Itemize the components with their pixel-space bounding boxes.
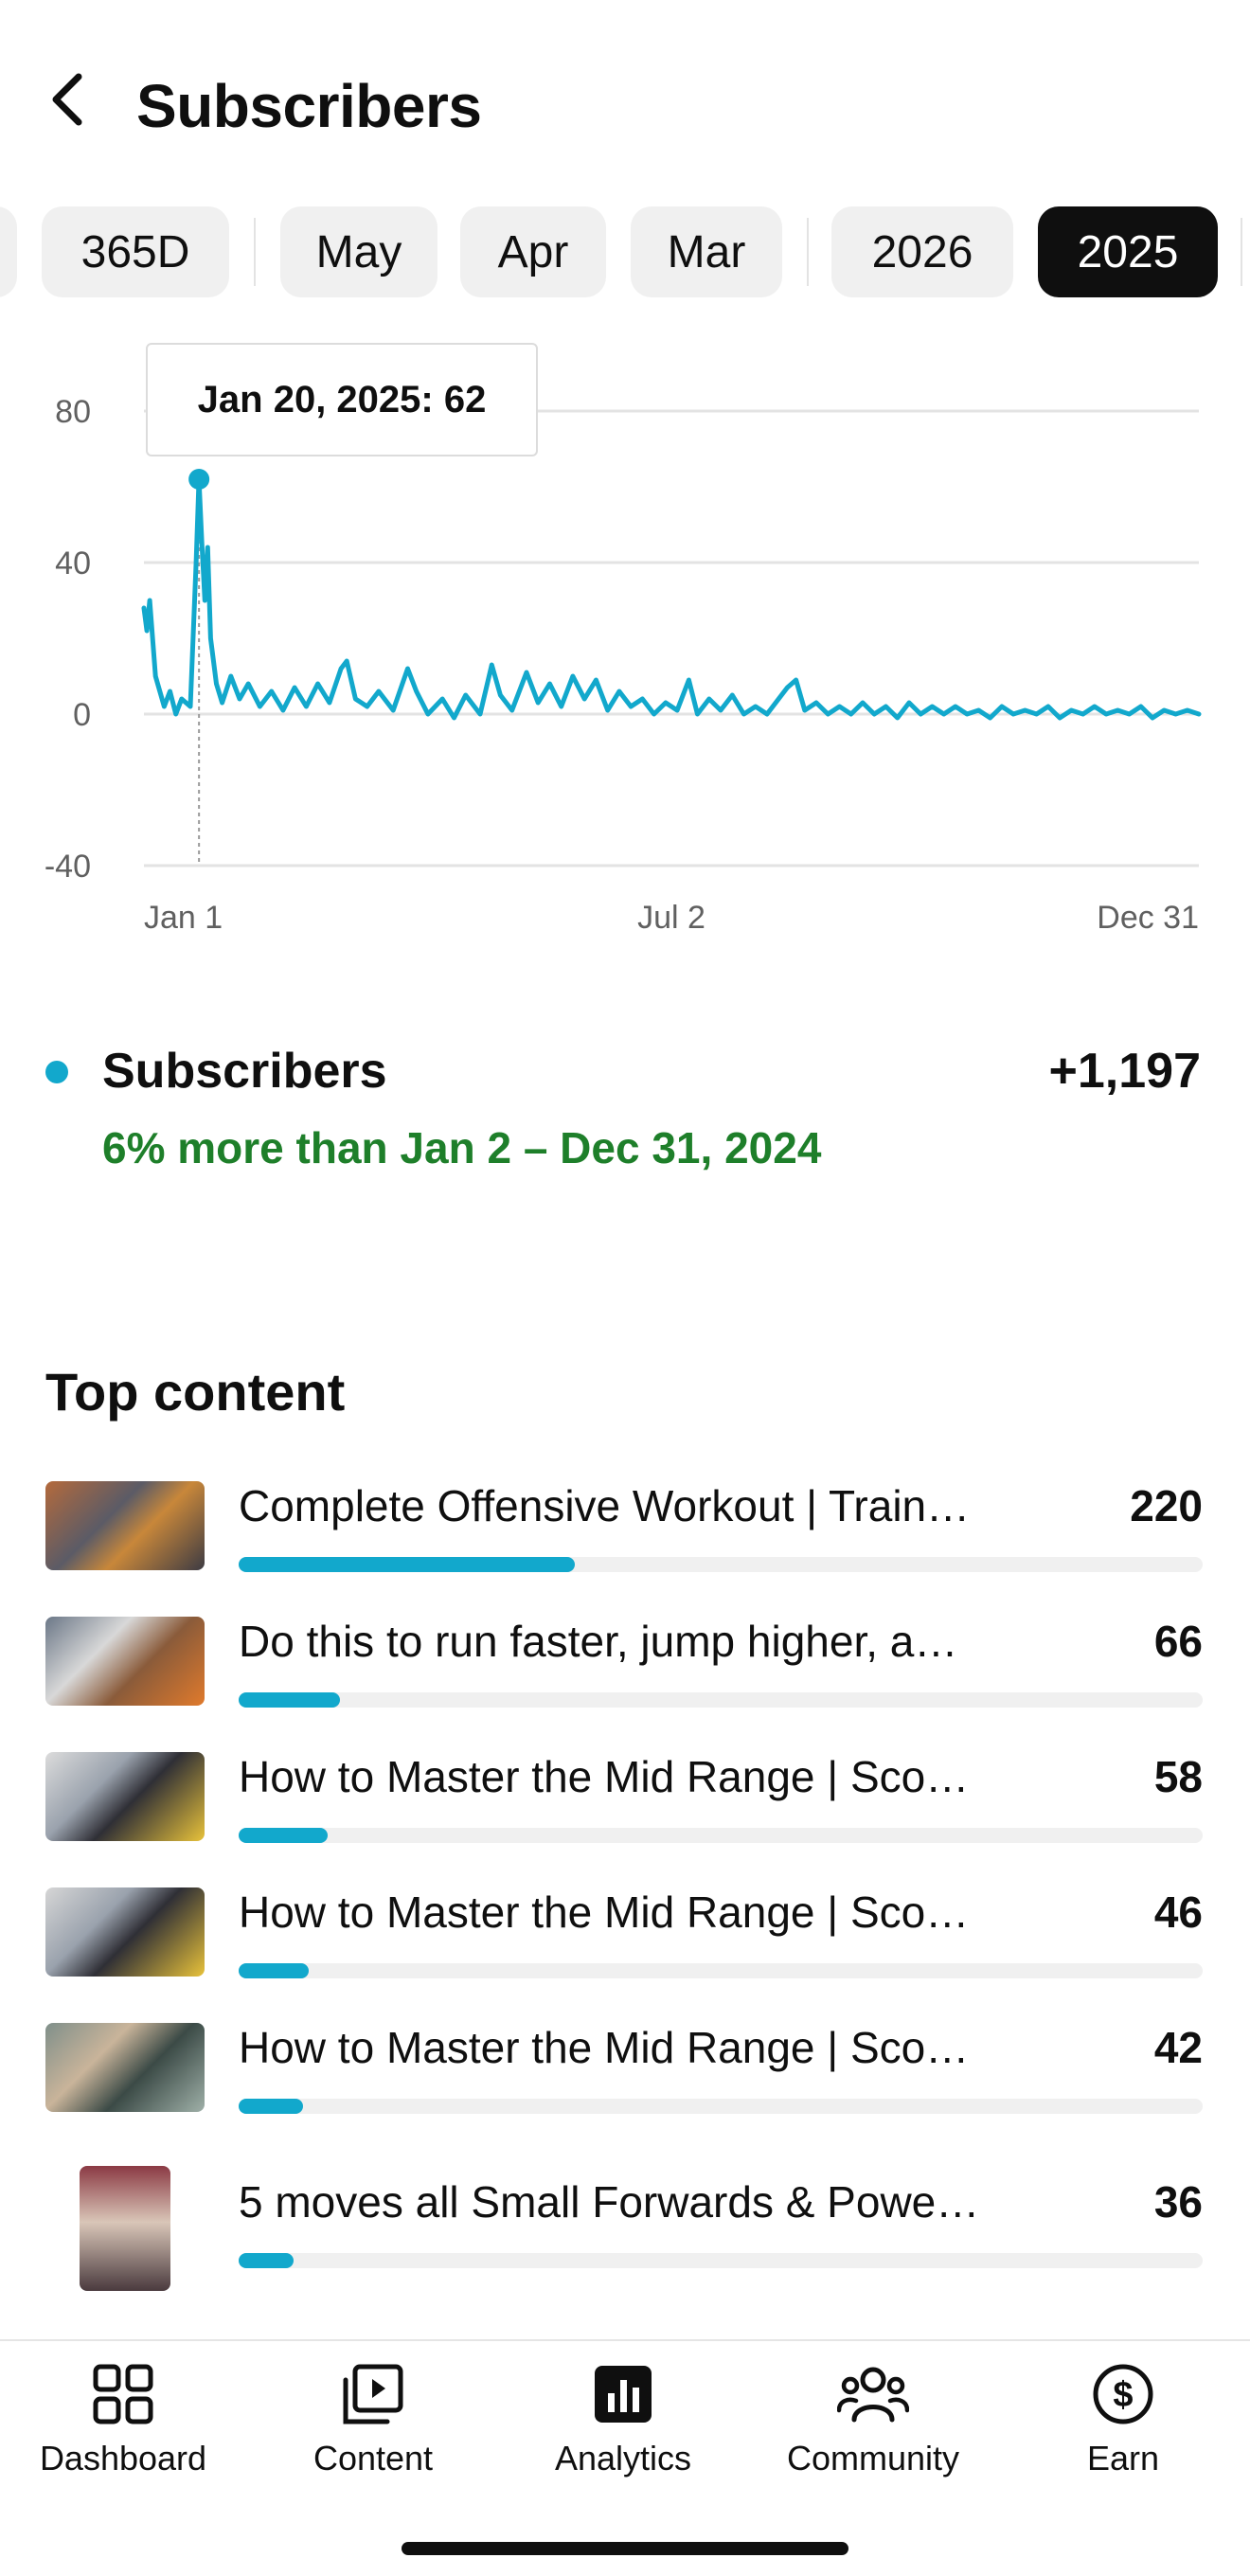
progress-fill	[239, 1557, 576, 1572]
progress-track	[239, 1692, 1203, 1708]
chip-divider	[807, 218, 809, 286]
nav-label: Community	[786, 2439, 960, 2478]
content-title: How to Master the Mid Range | Sco…	[239, 1887, 970, 1937]
content-count: 58	[1153, 1752, 1203, 1801]
nav-community[interactable]: Community	[759, 2351, 987, 2483]
y-tick-label: -40	[45, 849, 91, 885]
content-title: Do this to run faster, jump higher, a…	[239, 1617, 958, 1666]
comparison-text: 6% more than Jan 2 – Dec 31, 2024	[102, 1123, 822, 1172]
metric-value: +1,197	[1048, 1044, 1202, 1099]
content-count: 46	[1153, 1887, 1203, 1937]
video-thumbnail	[45, 1481, 205, 1570]
svg-text:$: $	[1113, 2375, 1133, 2415]
highlight-point	[188, 469, 210, 490]
top-content-row[interactable]: How to Master the Mid Range | Sco… 58	[0, 1748, 1250, 1862]
chip-mar[interactable]: Mar	[631, 206, 782, 297]
video-thumbnail	[80, 2166, 170, 2291]
chip-apr[interactable]: Apr	[460, 206, 606, 297]
top-content-title: Top content	[45, 1362, 346, 1422]
progress-fill	[239, 1963, 310, 1978]
metric-label: Subscribers	[102, 1044, 387, 1099]
metric-summary: Subscribers +1,197 6% more than Jan 2 – …	[0, 1032, 1250, 1184]
progress-track	[239, 2253, 1203, 2268]
nav-label: Analytics	[554, 2439, 692, 2478]
chip-2026[interactable]: 2026	[831, 206, 1013, 297]
series-line-subscribers	[141, 476, 1202, 721]
x-tick-label: Dec 31	[1097, 900, 1199, 936]
legend-dot	[45, 1061, 68, 1083]
dashboard-icon	[85, 2356, 161, 2432]
content-icon	[335, 2356, 411, 2432]
top-content-row[interactable]: Do this to run faster, jump higher, a… 66	[0, 1613, 1250, 1726]
progress-track	[239, 1828, 1203, 1843]
video-thumbnail	[45, 1617, 205, 1706]
content-count: 42	[1153, 2023, 1203, 2072]
nav-label: Dashboard	[39, 2439, 207, 2478]
progress-fill	[239, 2253, 295, 2268]
chip-365d[interactable]: 365D	[42, 206, 229, 297]
community-icon	[835, 2356, 911, 2432]
back-button[interactable]	[34, 66, 100, 133]
video-thumbnail	[45, 1752, 205, 1841]
progress-track	[239, 2099, 1203, 2114]
x-tick-label: Jan 1	[144, 900, 223, 936]
chip-partial[interactable]	[0, 206, 17, 297]
progress-fill	[239, 2099, 303, 2114]
y-tick-label: 40	[55, 546, 91, 581]
progress-track	[239, 1557, 1203, 1572]
nav-label: Earn	[1086, 2439, 1160, 2478]
subscribers-chart[interactable]: 80 40 0 -40 Jan 1 Jul 2 Dec 31 Jan 20, 2025: 6…	[0, 322, 1250, 966]
top-content-row[interactable]: 5 moves all Small Forwards & Powe… 36	[0, 2166, 1250, 2291]
chip-2025[interactable]: 2025	[1038, 206, 1218, 297]
x-tick-label: Jul 2	[637, 900, 705, 936]
header: Subscribers	[0, 57, 1250, 142]
nav-earn[interactable]: $ Earn	[1009, 2351, 1237, 2483]
progress-fill	[239, 1828, 328, 1843]
chip-divider	[254, 218, 256, 286]
bottom-navigation: Dashboard Content Analytics Community $ …	[0, 2339, 1250, 2576]
nav-label: Content	[312, 2439, 434, 2478]
nav-analytics[interactable]: Analytics	[509, 2351, 737, 2483]
video-thumbnail	[45, 1887, 205, 1977]
analytics-icon	[585, 2356, 661, 2432]
progress-track	[239, 1963, 1203, 1978]
y-tick-label: 0	[73, 697, 91, 733]
progress-fill	[239, 1692, 340, 1708]
top-content-row[interactable]: How to Master the Mid Range | Sco… 42	[0, 2019, 1250, 2133]
content-count: 220	[1130, 1481, 1203, 1530]
top-content-row[interactable]: How to Master the Mid Range | Sco… 46	[0, 1884, 1250, 1997]
chip-divider	[1241, 218, 1242, 286]
content-title: How to Master the Mid Range | Sco…	[239, 1752, 970, 1801]
content-title: How to Master the Mid Range | Sco…	[239, 2023, 970, 2072]
y-tick-label: 80	[55, 394, 91, 430]
chart-tooltip: Jan 20, 2025: 62	[146, 343, 538, 456]
nav-dashboard[interactable]: Dashboard	[9, 2351, 237, 2483]
content-count: 66	[1153, 1617, 1203, 1666]
chip-may[interactable]: May	[280, 206, 438, 297]
period-filter-bar: 365D May Apr Mar 2026 2025	[0, 206, 1250, 297]
earn-icon: $	[1085, 2356, 1161, 2432]
video-thumbnail	[45, 2023, 205, 2112]
nav-content[interactable]: Content	[259, 2351, 487, 2483]
home-indicator	[402, 2542, 848, 2555]
content-title: Complete Offensive Workout | Train…	[239, 1481, 971, 1530]
chevron-left-icon	[52, 73, 82, 126]
page-title: Subscribers	[136, 72, 482, 140]
top-content-row[interactable]: Complete Offensive Workout | Train… 220	[0, 1477, 1250, 1591]
content-title: 5 moves all Small Forwards & Powe…	[239, 2177, 980, 2227]
content-count: 36	[1153, 2177, 1203, 2227]
